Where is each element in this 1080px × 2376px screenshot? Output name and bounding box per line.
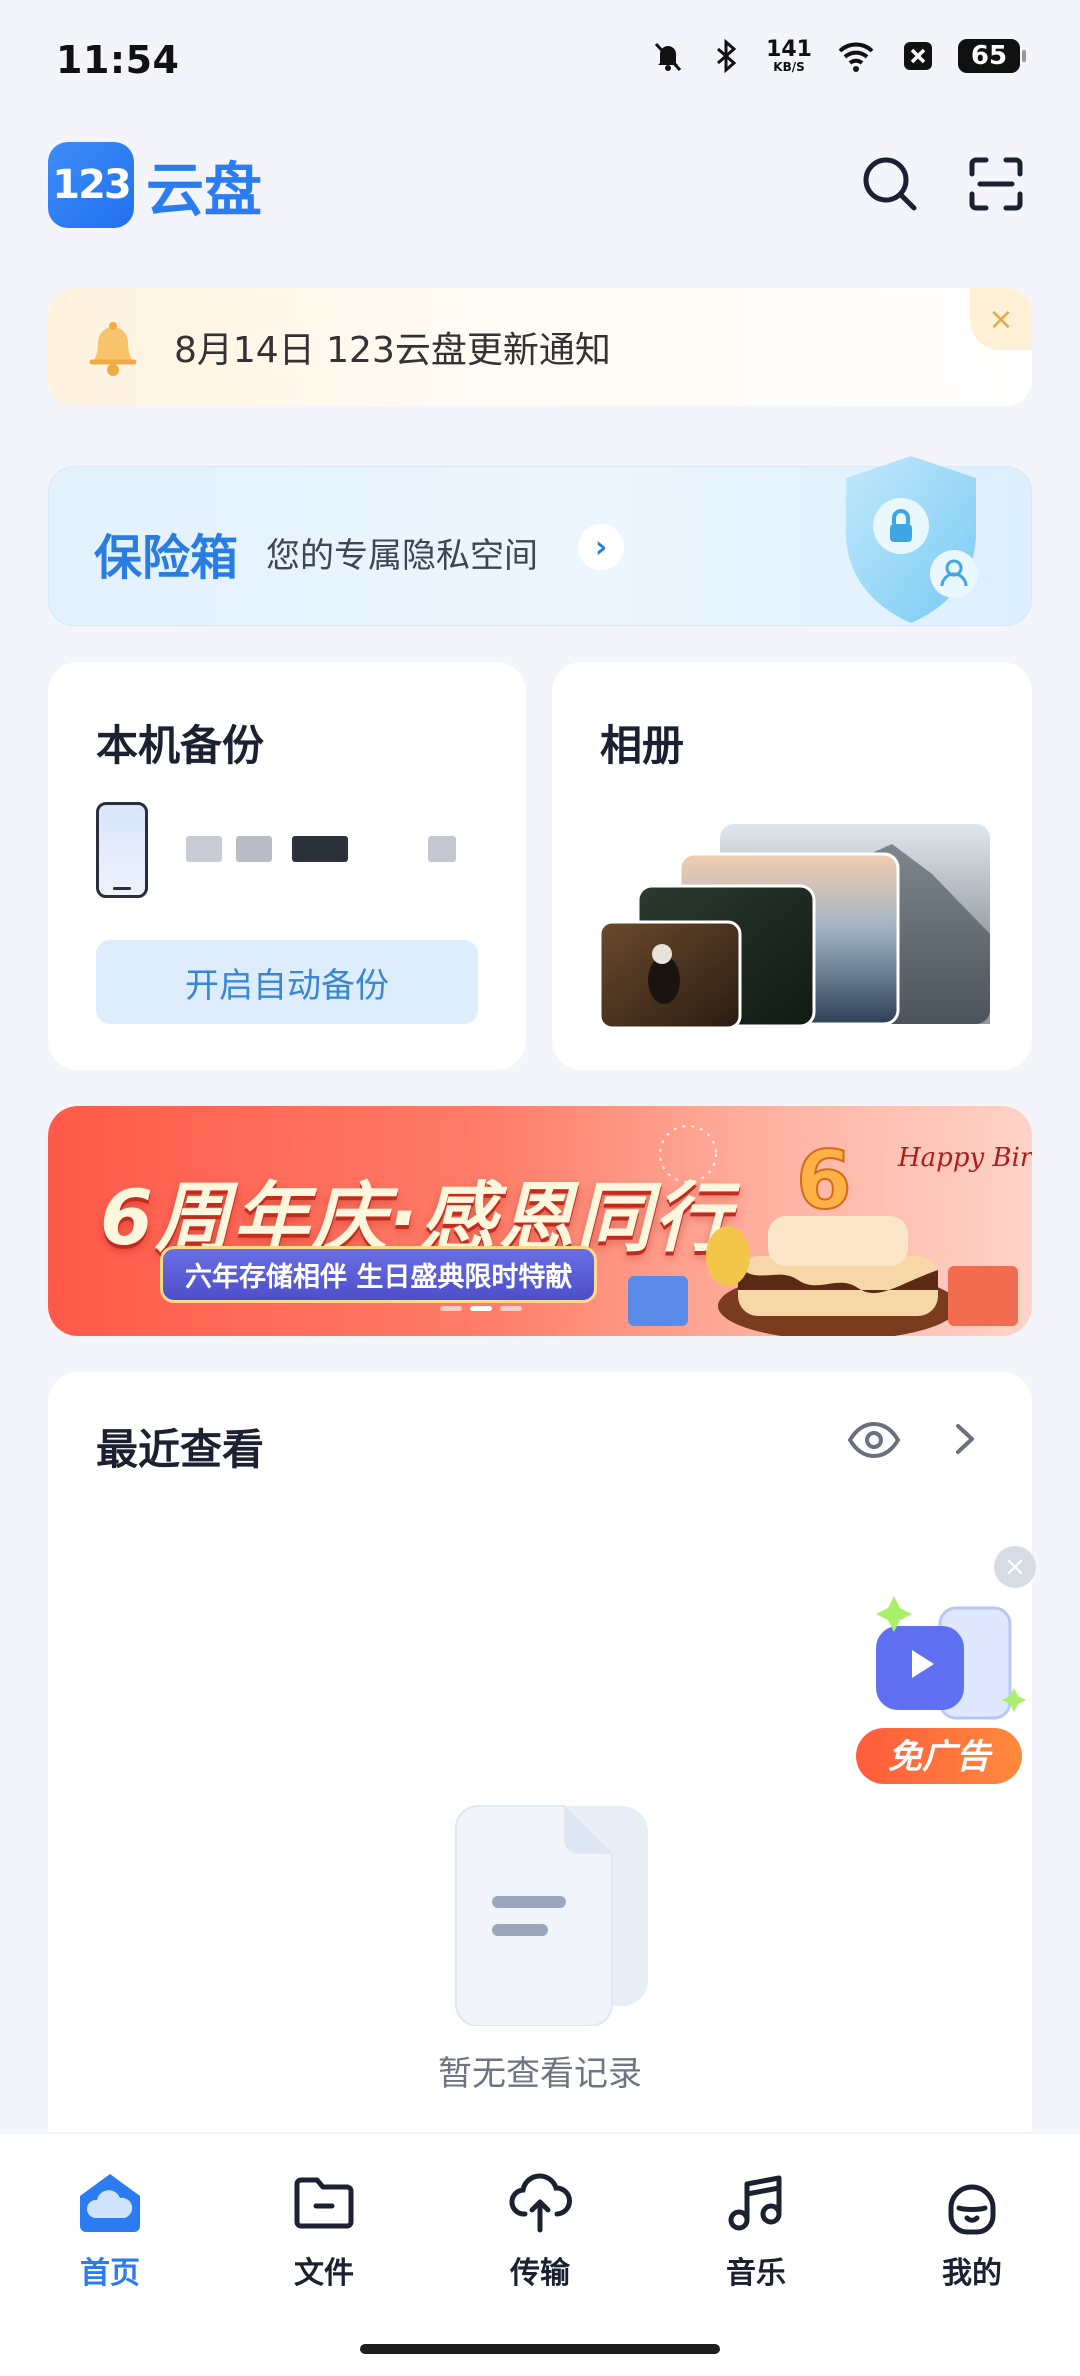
pager-dot-active — [470, 1306, 492, 1311]
notice-text: 8月14日 123云盘更新通知 — [174, 330, 611, 371]
album-photos — [598, 824, 990, 1030]
shield-lock-icon — [846, 456, 978, 623]
safebox-title: 保险箱 — [94, 530, 239, 586]
banner-pager — [440, 1306, 522, 1311]
wifi-icon — [838, 42, 874, 72]
music-note-icon — [728, 2175, 782, 2231]
battery-indicator: 65 — [958, 39, 1026, 73]
nav-label: 音乐 — [726, 2256, 786, 2291]
app-header: 123 云盘 — [48, 142, 1032, 238]
safebox-subtitle: 您的专属隐私空间 — [266, 536, 538, 576]
folder-icon — [294, 2177, 354, 2229]
anniversary-banner[interactable]: 6周年庆·感恩同行 六年存储相伴 生日盛典限时特献 6 Happy Birthd… — [48, 1106, 1032, 1336]
eye-icon[interactable] — [846, 1412, 902, 1468]
logo-mark: 123 — [48, 142, 134, 228]
pager-dot — [440, 1306, 462, 1311]
nav-label: 我的 — [942, 2256, 1002, 2291]
bluetooth-icon — [717, 38, 737, 74]
status-time: 11:54 — [56, 38, 180, 82]
home-indicator[interactable] — [360, 2344, 720, 2354]
album-card[interactable]: 相册 — [552, 662, 1032, 1070]
nav-label: 传输 — [510, 2256, 570, 2291]
bell-icon — [89, 322, 137, 376]
net-speed: 141 KB/S — [766, 37, 812, 74]
safebox-arrow-icon: › — [578, 524, 624, 570]
redacted-block — [292, 836, 348, 862]
mute-bell-icon — [654, 42, 682, 72]
recent-title: 最近查看 — [96, 1425, 265, 1474]
update-notice[interactable]: 8月14日 123云盘更新通知 × — [48, 288, 1032, 406]
scan-button[interactable] — [954, 142, 1038, 226]
logo-text: 云盘 — [146, 156, 263, 224]
status-icons: 141 KB/S 65 — [650, 37, 1026, 74]
status-bar: 11:54 141 KB/S 65 — [0, 0, 1080, 130]
backup-card-title: 本机备份 — [96, 721, 265, 770]
search-icon — [863, 157, 917, 211]
pager-dot — [500, 1306, 522, 1311]
redacted-block — [186, 836, 222, 862]
safebox-card[interactable]: 保险箱 您的专属隐私空间 › — [48, 456, 1032, 626]
nav-item-profile[interactable]: 我的 — [892, 2168, 1052, 2292]
svg-text:6: 6 — [796, 1134, 852, 1227]
nav-item-home[interactable]: 首页 — [30, 2168, 190, 2292]
banner-deco-text: Happy Birthday — [897, 1143, 1032, 1173]
app-logo: 123 云盘 — [48, 142, 262, 228]
chevron-right-icon[interactable] — [942, 1416, 988, 1462]
float-ad-close-button[interactable]: × — [994, 1546, 1036, 1588]
empty-document-icon — [455, 1805, 648, 2026]
no-ads-label: 免广告 — [888, 1737, 993, 1777]
nav-item-files[interactable]: 文件 — [244, 2168, 404, 2292]
x-app-icon — [904, 42, 932, 70]
auto-backup-button[interactable]: 开启自动备份 — [96, 940, 478, 1024]
redacted-block — [236, 836, 272, 862]
scan-icon — [969, 157, 1023, 211]
phone-icon — [96, 802, 148, 898]
recent-empty-text: 暂无查看记录 — [438, 2054, 642, 2094]
transfer-cloud-icon — [509, 2173, 572, 2233]
profile-icon — [948, 2184, 996, 2235]
nav-item-transfer[interactable]: 传输 — [460, 2168, 620, 2292]
net-speed-value: 141 — [766, 37, 812, 62]
notice-close-button[interactable]: × — [970, 288, 1032, 350]
home-cloud-icon — [80, 2174, 140, 2232]
backup-card[interactable]: 本机备份 开启自动备份 — [48, 662, 526, 1070]
banner-tagline: 六年存储相伴 生日盛典限时特献 — [160, 1246, 598, 1303]
nav-item-music[interactable]: 音乐 — [676, 2168, 836, 2292]
bottom-nav: 首页 文件 传输 音乐 我的 — [0, 2134, 1080, 2376]
nav-label: 首页 — [80, 2256, 140, 2291]
nav-label: 文件 — [294, 2256, 354, 2291]
search-button[interactable] — [848, 142, 932, 226]
redacted-block — [428, 836, 456, 862]
net-speed-unit: KB/S — [773, 60, 805, 74]
birthday-cake-illustration: 6 Happy Birthday — [628, 1125, 1032, 1336]
